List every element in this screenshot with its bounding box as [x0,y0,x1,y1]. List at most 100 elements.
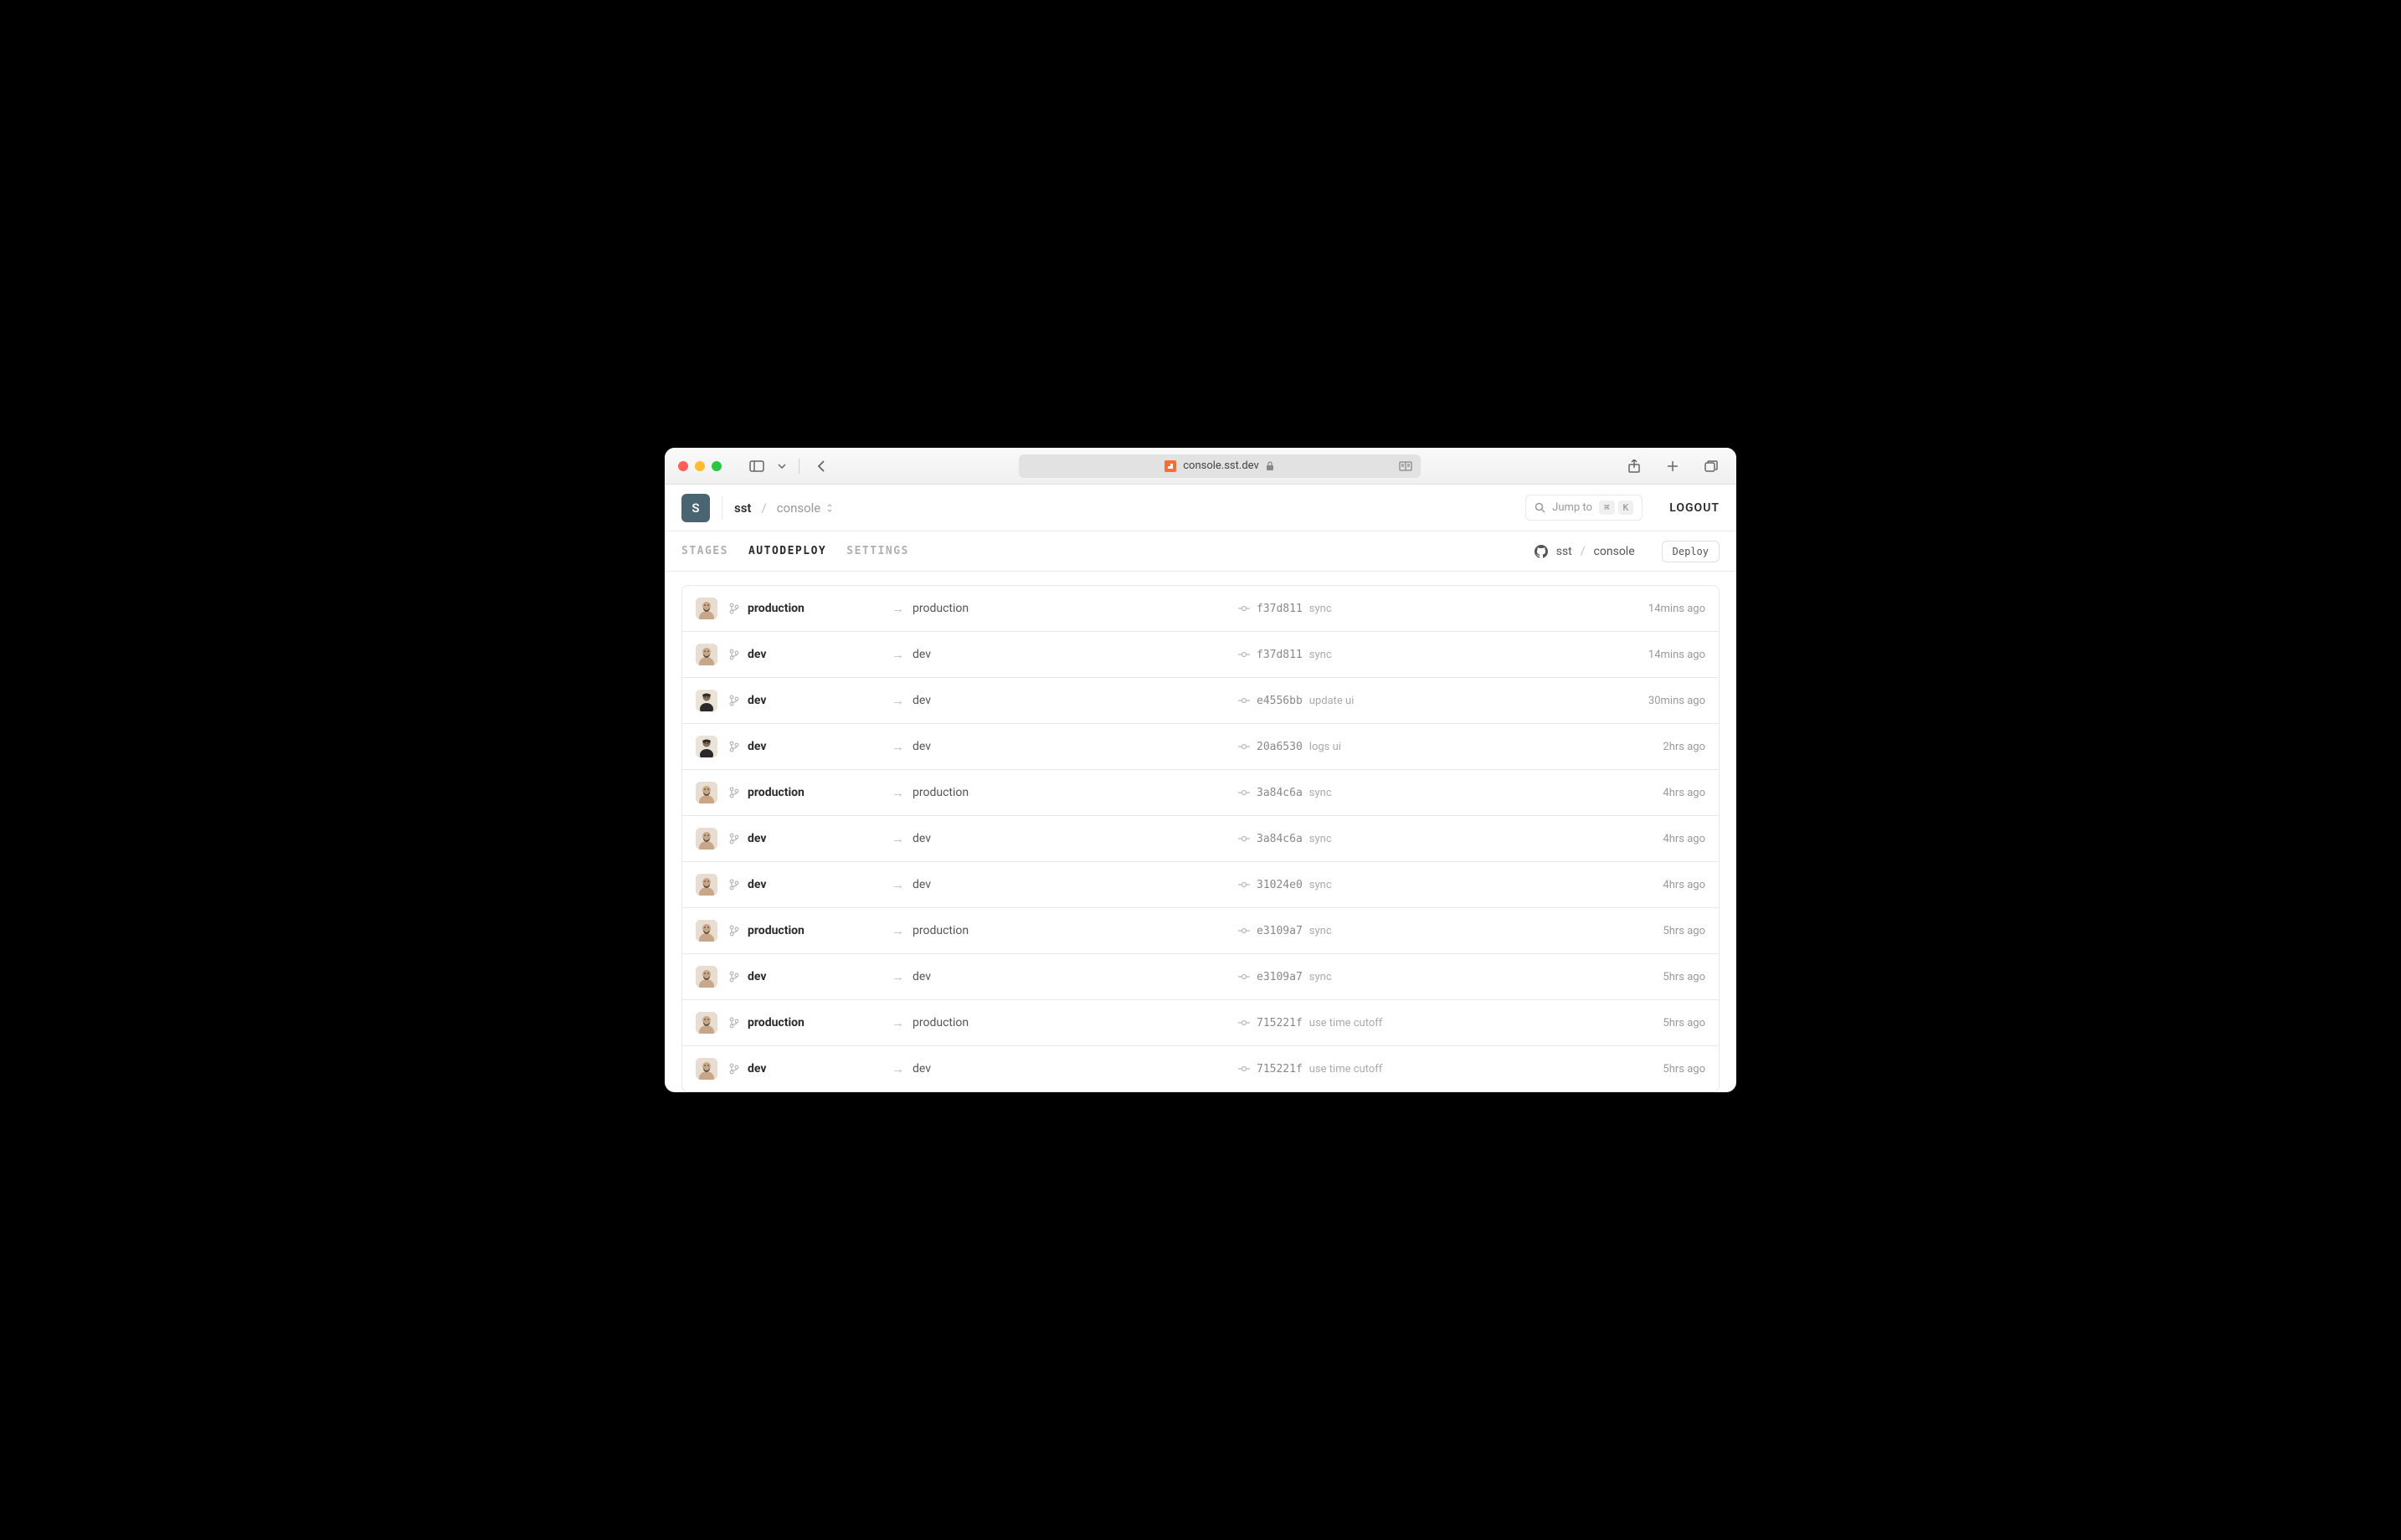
branch-name: dev [748,832,766,845]
commit-icon [1238,1063,1250,1075]
branch-name: production [748,786,805,799]
repo-separator: / [1581,545,1586,558]
commit-hash: 715221f [1257,1063,1303,1075]
deploy-row[interactable]: dev → dev e3109a7 sync 5hrs ago [682,954,1719,1000]
branch-cell: dev [729,878,880,891]
deploy-time: 5hrs ago [1613,1017,1705,1029]
sidebar-toggle-icon[interactable] [745,456,769,476]
arrow-right-icon: → [892,1015,904,1030]
keyboard-shortcut: ⌘ K [1599,501,1633,515]
repo-name: console [1594,545,1635,558]
avatar [696,828,717,850]
tab-settings[interactable]: SETTINGS [846,545,909,557]
commit-message: sync [1309,879,1332,891]
deploy-row[interactable]: production → production f37d811 sync 14m… [682,586,1719,632]
share-icon[interactable] [1622,456,1646,476]
jump-to-search[interactable]: Jump to ⌘ K [1525,495,1643,521]
deploy-row[interactable]: dev → dev f37d811 sync 14mins ago [682,632,1719,678]
commit-hash: f37d811 [1257,603,1303,615]
arrow-right-icon: → [892,923,904,938]
stage-name: production [913,786,969,799]
branch-icon [729,1017,739,1029]
commit-hash: 3a84c6a [1257,833,1303,845]
deploy-row[interactable]: production → production e3109a7 sync 5hr… [682,908,1719,954]
commit-cell: 715221f use time cutoff [1238,1017,1602,1029]
github-icon [1535,545,1548,558]
stage-cell: → dev [892,969,1226,984]
commit-message: sync [1309,603,1332,615]
breadcrumb: sst / console [734,501,834,516]
arrow-right-icon: → [892,1061,904,1076]
chevron-down-icon[interactable] [775,456,789,476]
branch-name: production [748,602,805,615]
commit-cell: e3109a7 sync [1238,971,1602,983]
branch-name: dev [748,648,766,661]
deploy-row[interactable]: dev → dev 31024e0 sync 4hrs ago [682,862,1719,908]
app-header: S sst / console Jump to ⌘ K LOGOUT [665,485,1736,531]
back-button[interactable] [810,456,833,476]
stage-name: dev [913,648,931,661]
deploy-time: 4hrs ago [1613,879,1705,891]
site-favicon [1165,460,1176,472]
branch-name: production [748,1016,805,1029]
tabs-overview-icon[interactable] [1699,456,1723,476]
window-zoom-button[interactable] [712,461,722,471]
commit-hash: e4556bb [1257,695,1303,707]
arrow-right-icon: → [892,601,904,616]
deploy-time: 4hrs ago [1613,833,1705,845]
commit-icon [1238,741,1250,752]
branch-icon [729,1063,739,1075]
commit-hash: e3109a7 [1257,971,1303,983]
deploy-row[interactable]: dev → dev 20a6530 logs ui 2hrs ago [682,724,1719,770]
breadcrumb-org[interactable]: sst [734,501,751,516]
deploy-button[interactable]: Deploy [1662,541,1720,562]
logout-button[interactable]: LOGOUT [1669,501,1720,515]
commit-cell: 3a84c6a sync [1238,833,1602,845]
breadcrumb-app-switcher[interactable]: console [777,501,835,516]
commit-icon [1238,603,1250,614]
branch-cell: dev [729,970,880,983]
reader-icon[interactable] [1399,461,1412,471]
branch-name: dev [748,970,766,983]
titlebar-right-controls [1622,456,1723,476]
address-bar-container: console.sst.dev [840,454,1599,478]
titlebar-left-controls [745,456,833,476]
deploy-time: 5hrs ago [1613,971,1705,983]
branch-icon [729,879,739,891]
arrow-right-icon: → [892,969,904,984]
commit-hash: f37d811 [1257,649,1303,661]
repo-owner: sst [1556,545,1572,558]
avatar [696,1058,717,1080]
window-minimize-button[interactable] [695,461,705,471]
avatar [696,598,717,619]
avatar [696,966,717,988]
repo-link[interactable]: sst / console [1535,545,1635,558]
org-badge[interactable]: S [681,494,710,522]
new-tab-icon[interactable] [1661,456,1684,476]
arrow-right-icon: → [892,693,904,708]
window-close-button[interactable] [678,461,688,471]
stage-cell: → production [892,785,1226,800]
branch-icon [729,787,739,798]
deploy-row[interactable]: production → production 3a84c6a sync 4hr… [682,770,1719,816]
branch-cell: dev [729,694,880,707]
tab-autodeploy[interactable]: AUTODEPLOY [748,545,826,557]
tab-stages[interactable]: STAGES [681,545,728,557]
address-bar[interactable]: console.sst.dev [1019,454,1421,478]
avatar [696,920,717,942]
commit-icon [1238,833,1250,844]
deploy-row[interactable]: dev → dev e4556bb update ui 30mins ago [682,678,1719,724]
avatar [696,782,717,803]
commit-message: logs ui [1309,741,1341,753]
arrow-right-icon: → [892,647,904,662]
deploy-row[interactable]: production → production 715221f use time… [682,1000,1719,1046]
commit-icon [1238,971,1250,983]
deploy-row[interactable]: dev → dev 3a84c6a sync 4hrs ago [682,816,1719,862]
commit-message: update ui [1309,695,1355,707]
url-text: console.sst.dev [1183,459,1259,472]
browser-window: console.sst.dev S [665,448,1736,1092]
branch-icon [729,603,739,614]
chevron-updown-icon [825,502,834,514]
stage-cell: → production [892,601,1226,616]
deploy-row[interactable]: dev → dev 715221f use time cutoff 5hrs a… [682,1046,1719,1091]
